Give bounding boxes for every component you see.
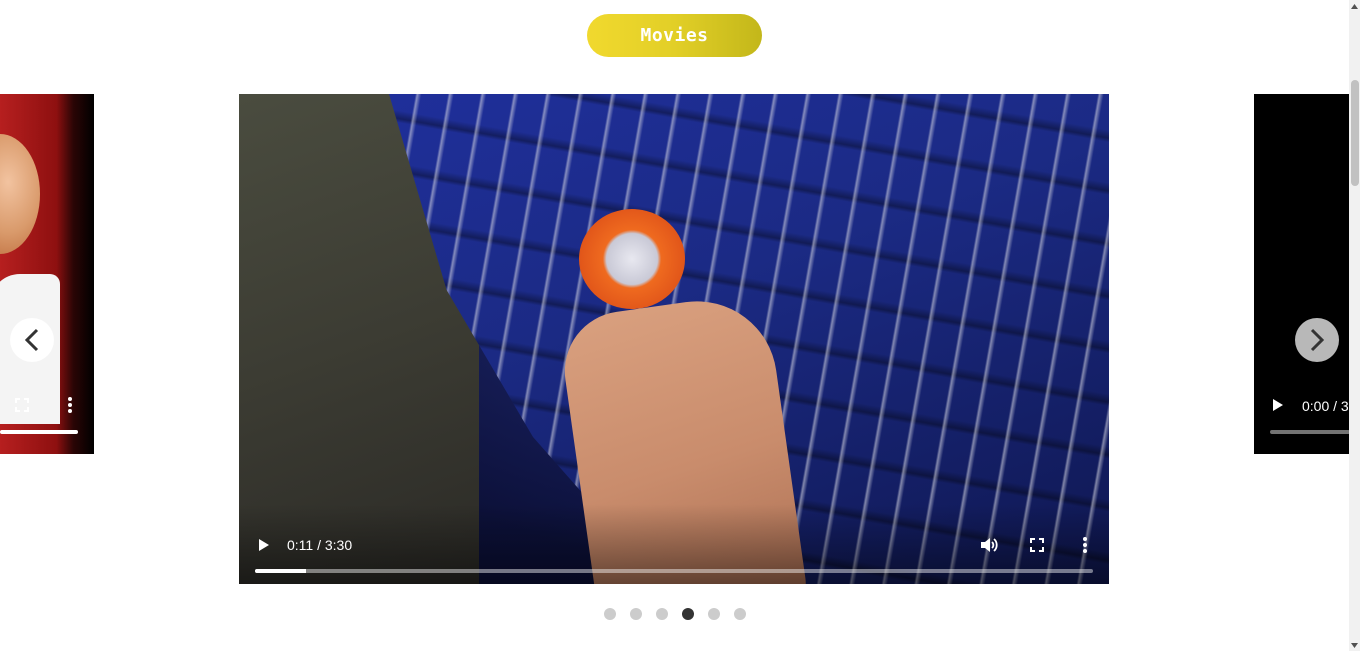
more-options-icon[interactable] bbox=[1073, 533, 1097, 557]
carousel-next-button[interactable] bbox=[1295, 318, 1339, 362]
video-progress-fill bbox=[0, 430, 78, 434]
more-options-icon[interactable] bbox=[58, 393, 82, 417]
carousel-pagination bbox=[604, 608, 746, 620]
video-frame-content bbox=[579, 209, 685, 309]
carousel-dot[interactable] bbox=[630, 608, 642, 620]
video-slide-current[interactable]: 0:11 / 3:30 bbox=[239, 94, 1109, 584]
video-progress-bar[interactable] bbox=[255, 569, 1093, 573]
scroll-down-arrow-icon[interactable] bbox=[1349, 639, 1360, 651]
page: Movies 0:11 / 3:30 0:00 / 3 bbox=[0, 0, 1360, 651]
carousel-dot[interactable] bbox=[708, 608, 720, 620]
video-progress-fill bbox=[255, 569, 307, 573]
volume-icon[interactable] bbox=[977, 533, 1001, 557]
fullscreen-icon[interactable] bbox=[1025, 533, 1049, 557]
page-scrollbar[interactable] bbox=[1349, 0, 1360, 651]
scrollbar-thumb[interactable] bbox=[1351, 80, 1359, 186]
carousel-dot[interactable] bbox=[734, 608, 746, 620]
scroll-up-arrow-icon[interactable] bbox=[1349, 0, 1360, 12]
video-progress-bar[interactable] bbox=[0, 430, 78, 434]
video-slide-previous[interactable] bbox=[0, 94, 94, 454]
chevron-left-icon bbox=[24, 328, 39, 352]
play-icon[interactable] bbox=[252, 533, 276, 557]
play-icon[interactable] bbox=[1266, 393, 1290, 417]
video-time-display: 0:00 / 3 bbox=[1302, 398, 1349, 414]
video-time-display: 0:11 / 3:30 bbox=[287, 537, 353, 553]
video-progress-bar[interactable] bbox=[1270, 430, 1349, 434]
video-frame-content bbox=[0, 134, 40, 254]
carousel-prev-button[interactable] bbox=[10, 318, 54, 362]
movies-category-button[interactable]: Movies bbox=[587, 14, 762, 57]
carousel-dot[interactable] bbox=[682, 608, 694, 620]
chevron-right-icon bbox=[1310, 328, 1325, 352]
video-slide-next[interactable]: 0:00 / 3 bbox=[1254, 94, 1349, 454]
video-controls: 0:11 / 3:30 bbox=[239, 504, 1109, 584]
carousel-dot[interactable] bbox=[656, 608, 668, 620]
carousel-dot[interactable] bbox=[604, 608, 616, 620]
fullscreen-icon[interactable] bbox=[10, 393, 34, 417]
